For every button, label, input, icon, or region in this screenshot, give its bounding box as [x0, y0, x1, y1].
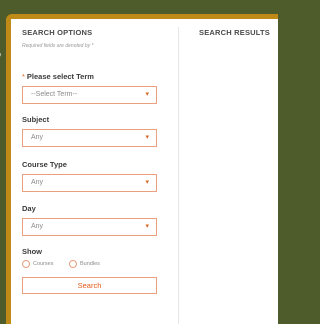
day-select-value: Any [31, 223, 44, 230]
show-label: Show [22, 247, 42, 256]
chevron-down-icon: ▾ [145, 91, 149, 98]
chevron-down-icon: ▾ [145, 134, 149, 141]
column-divider [178, 27, 179, 324]
required-mark: * [22, 72, 25, 81]
search-button[interactable]: Search [22, 277, 157, 294]
courses-radio[interactable] [22, 260, 30, 268]
term-select[interactable]: --Select Term-- ▾ [22, 86, 157, 104]
bundles-radio-label[interactable]: Bundles [80, 261, 100, 267]
subject-select[interactable]: Any ▾ [22, 129, 157, 147]
day-select[interactable]: Any ▾ [22, 218, 157, 236]
search-results-title: SEARCH RESULTS [199, 28, 270, 37]
search-options-title: SEARCH OPTIONS [22, 28, 93, 37]
day-label: Day [22, 204, 36, 213]
term-label: * Please select Term [22, 72, 94, 81]
subject-label: Subject [22, 115, 50, 124]
course-type-label: Course Type [22, 160, 67, 169]
subject-select-value: Any [31, 134, 44, 141]
bundles-radio[interactable] [69, 260, 77, 268]
term-select-value: --Select Term-- [31, 91, 78, 98]
search-panel: SEARCH OPTIONS SEARCH RESULTS Required f… [11, 19, 278, 324]
course-type-select-value: Any [31, 179, 44, 186]
chevron-down-icon: ▾ [145, 223, 149, 230]
chevron-down-icon: ▾ [145, 179, 149, 186]
courses-radio-label[interactable]: Courses [33, 261, 53, 267]
required-fields-note: Required fields are denoted by * [22, 43, 94, 49]
term-label-text: Please select Term [26, 72, 94, 81]
course-type-select[interactable]: Any ▾ [22, 174, 157, 192]
